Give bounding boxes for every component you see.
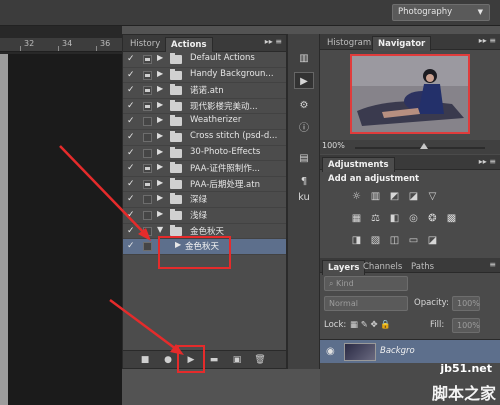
annotation-arrows xyxy=(59,145,184,355)
watermark-brand: 脚本之家 xyxy=(431,384,496,403)
watermark: jb51.net 脚本之家 xyxy=(405,360,500,405)
watermark-site: jb51.net xyxy=(440,362,492,375)
